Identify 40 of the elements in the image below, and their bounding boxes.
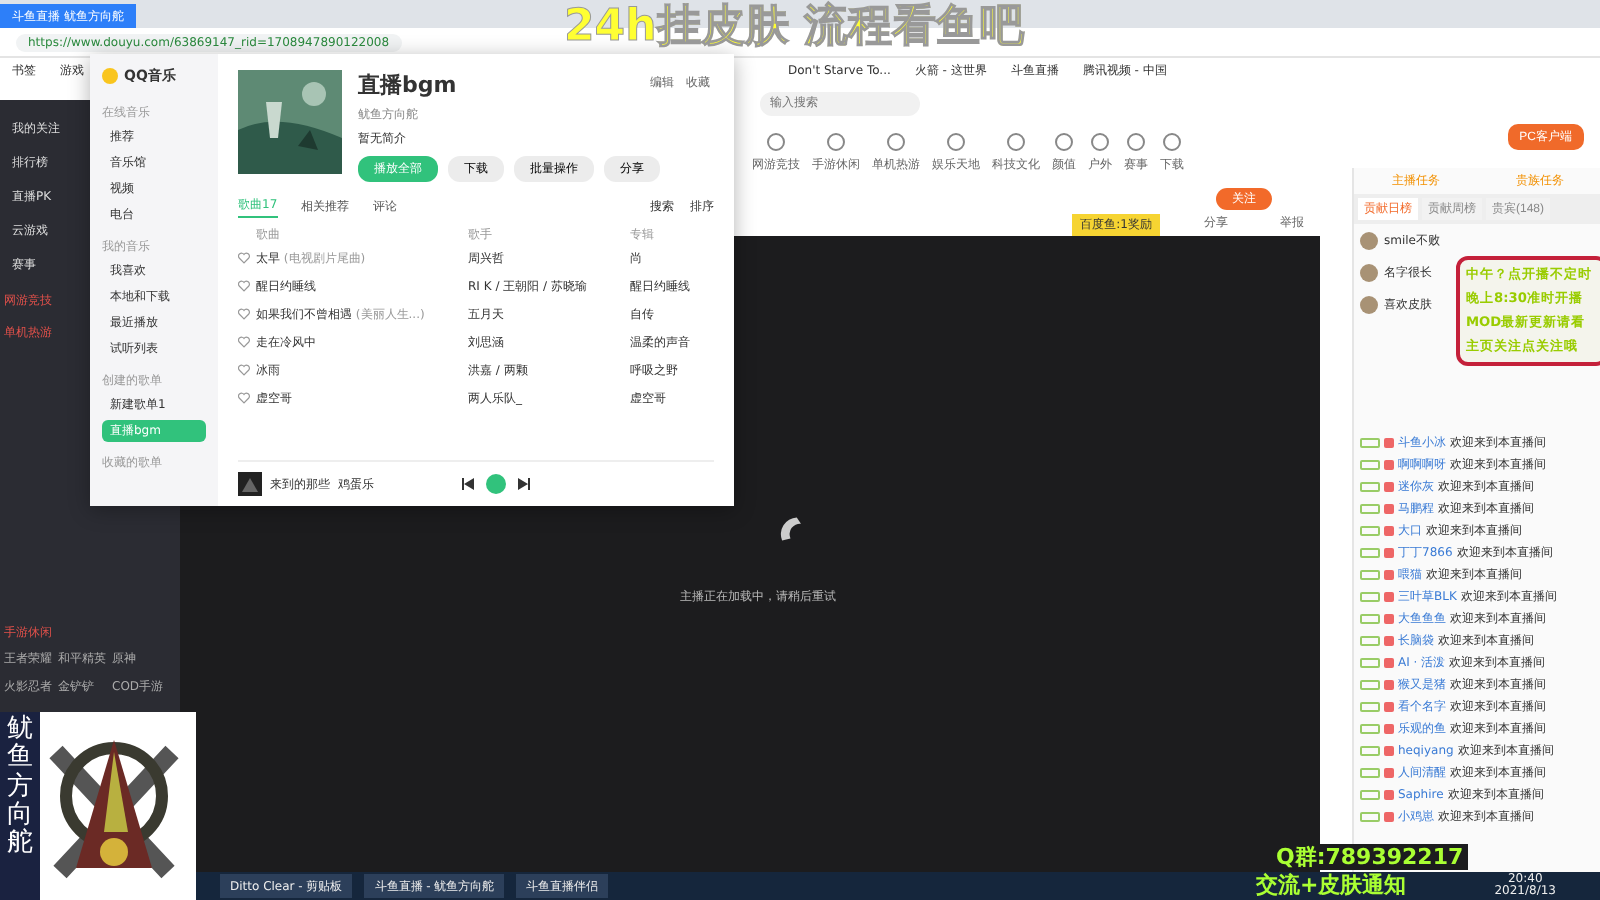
medal-icon: [1384, 636, 1394, 646]
medal-icon: [1384, 614, 1394, 624]
logo-icon: [102, 68, 118, 84]
medal-icon: [1384, 460, 1394, 470]
previous-icon[interactable]: [462, 478, 474, 490]
heart-icon[interactable]: [238, 392, 250, 404]
medal-icon: [1384, 702, 1394, 712]
playlist-title: 直播bgm: [358, 70, 457, 100]
medal-icon: [1384, 504, 1394, 514]
next-icon[interactable]: [518, 478, 530, 490]
category-icon[interactable]: [1006, 132, 1026, 152]
medal-icon: [1384, 482, 1394, 492]
medal-icon: [1384, 592, 1394, 602]
medal-icon: [1384, 724, 1394, 734]
category-icon[interactable]: [886, 132, 906, 152]
medal-icon: [1384, 790, 1394, 800]
medal-icon: [1384, 570, 1394, 580]
category-icon[interactable]: [826, 132, 846, 152]
category-icon[interactable]: [766, 132, 786, 152]
channel-name: 鱿鱼方向舵: [0, 712, 40, 900]
medal-icon: [1384, 812, 1394, 822]
loading-icon: [780, 516, 802, 542]
medal-icon: [1384, 526, 1394, 536]
medal-icon: [1384, 548, 1394, 558]
heart-icon[interactable]: [238, 336, 250, 348]
heart-icon[interactable]: [238, 280, 250, 292]
album-thumbnail: [238, 472, 262, 496]
heart-icon[interactable]: [238, 252, 250, 264]
medal-icon: [1384, 680, 1394, 690]
qq-group-text: Q群:789392217: [1272, 844, 1468, 870]
overlay-headline: 24h挂皮肤 流程看鱼吧: [564, 4, 1024, 52]
medal-icon: [1384, 768, 1394, 778]
play-button[interactable]: [486, 474, 506, 494]
qq-caption: 交流+皮肤通知: [1256, 872, 1407, 898]
heart-icon[interactable]: [238, 308, 250, 320]
medal-icon: [1384, 658, 1394, 668]
medal-icon: [1384, 746, 1394, 756]
heart-icon[interactable]: [238, 364, 250, 376]
category-icon[interactable]: [946, 132, 966, 152]
medal-icon: [1384, 438, 1394, 448]
